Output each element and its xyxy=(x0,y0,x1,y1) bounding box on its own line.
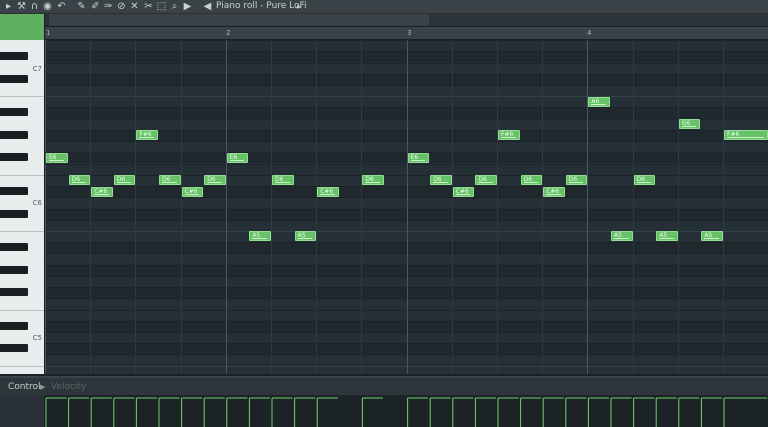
note[interactable]: E6 xyxy=(226,152,249,163)
bar-label: 1 xyxy=(46,29,51,37)
arrow-icon[interactable]: ▸ xyxy=(3,0,14,13)
note[interactable]: E6 xyxy=(46,152,68,163)
note[interactable]: A5 xyxy=(249,231,271,242)
note[interactable]: D6 xyxy=(272,175,294,186)
key-divider xyxy=(0,309,44,311)
control-header: Control ▶ Velocity xyxy=(0,376,768,396)
brush-icon[interactable]: ✐ xyxy=(90,0,101,13)
black-key[interactable] xyxy=(0,52,28,61)
bar-label: 3 xyxy=(407,29,412,37)
pencil-icon[interactable]: ✎ xyxy=(76,0,87,13)
note[interactable]: D6 xyxy=(565,175,588,186)
black-key[interactable] xyxy=(0,288,28,297)
black-key[interactable] xyxy=(0,265,28,274)
black-key[interactable] xyxy=(0,187,28,195)
black-key[interactable] xyxy=(0,344,28,353)
note[interactable]: D6 xyxy=(362,175,384,186)
control-label: Control xyxy=(8,382,41,392)
beat-line xyxy=(180,40,182,374)
note[interactable]: G6 xyxy=(678,119,701,130)
key-divider xyxy=(0,365,44,367)
timeline-ruler[interactable]: 1 2 3 4 xyxy=(45,27,768,39)
note[interactable]: C#6 xyxy=(317,186,339,197)
beat-line xyxy=(361,40,363,374)
beat-line xyxy=(90,40,92,374)
piano-keyboard[interactable]: C7 C6 C5 xyxy=(0,40,44,374)
piano-roll-toolbar: ▸ ⚒ ∩ ◉ ↶ ✎ ✐ ✑ ⊘ ✕ ✂ ⬚ ⌕ ▶ ◀ Piano roll… xyxy=(0,0,768,14)
control-sidebar xyxy=(0,395,44,427)
note[interactable]: D6 xyxy=(430,175,452,186)
key-divider xyxy=(0,230,44,232)
bar-line xyxy=(406,40,408,374)
chevron-right-icon[interactable]: ▶ xyxy=(40,378,45,396)
key-divider xyxy=(0,174,44,176)
magnet-icon[interactable]: ∩ xyxy=(29,0,40,13)
note[interactable]: C#6 xyxy=(91,186,113,197)
note[interactable]: A5 xyxy=(611,231,633,242)
note[interactable]: D6 xyxy=(159,175,181,186)
wrench-icon[interactable]: ⚒ xyxy=(16,0,27,13)
eraser-icon[interactable]: ⊘ xyxy=(116,0,127,13)
velocity-lane[interactable] xyxy=(45,395,768,427)
beat-line xyxy=(135,40,137,374)
beat-line xyxy=(723,40,724,374)
note[interactable]: E6 xyxy=(407,152,430,163)
black-key[interactable] xyxy=(0,209,28,218)
trim-icon[interactable]: ✂ xyxy=(143,0,154,13)
bar-label: 2 xyxy=(226,29,231,37)
undo-icon[interactable]: ↶ xyxy=(56,0,67,13)
note[interactable]: D6 xyxy=(204,175,226,186)
black-key[interactable] xyxy=(0,243,28,252)
tool-corner[interactable] xyxy=(0,14,44,40)
play-icon[interactable]: ▶ xyxy=(182,0,193,13)
note[interactable]: C#6 xyxy=(543,186,565,197)
black-key[interactable] xyxy=(0,321,28,330)
black-key[interactable] xyxy=(0,130,28,139)
beat-line xyxy=(451,40,453,374)
bar-line xyxy=(587,40,589,374)
note[interactable]: F#6 xyxy=(136,130,158,141)
bar-line xyxy=(225,40,227,374)
octave-label: C5 xyxy=(32,334,42,342)
note[interactable]: D6 xyxy=(520,175,543,186)
beat-line xyxy=(677,40,679,374)
note[interactable]: C#6 xyxy=(181,186,204,197)
beat-line xyxy=(497,40,498,374)
note[interactable]: F#6 xyxy=(724,130,768,141)
beat-line xyxy=(271,40,272,374)
note-grid[interactable]: E6 D6 C#6 D6 F#6 D6 C#6 D6 E6 A5 D6 A5 C#6 D6 E6 D6 C#6 D… xyxy=(45,40,768,374)
note[interactable]: D6 xyxy=(68,175,91,186)
note[interactable]: A5 xyxy=(701,231,723,242)
beat-line xyxy=(542,40,544,374)
black-key[interactable] xyxy=(0,153,28,162)
zoom-icon[interactable]: ⌕ xyxy=(169,0,180,13)
note[interactable]: F#6 xyxy=(498,130,520,141)
velocity-selector[interactable]: Velocity xyxy=(51,378,86,396)
bar-label: 4 xyxy=(587,29,592,37)
mute-icon[interactable]: ✕ xyxy=(129,0,140,13)
key-divider xyxy=(0,96,44,98)
note[interactable]: D6 xyxy=(113,175,136,186)
speaker-icon[interactable]: ◀ xyxy=(202,0,213,13)
overview-scrollbar[interactable] xyxy=(49,14,429,26)
note[interactable]: D6 xyxy=(633,175,656,186)
note[interactable]: A5 xyxy=(294,231,317,242)
select-icon[interactable]: ⬚ xyxy=(156,0,167,13)
window-title: Piano roll - Pure LoFi xyxy=(216,1,307,11)
bar-line xyxy=(45,40,46,374)
paint-icon[interactable]: ✑ xyxy=(103,0,114,13)
beat-line xyxy=(316,40,318,374)
note[interactable]: A6 xyxy=(588,96,610,107)
note[interactable]: D6 xyxy=(475,175,497,186)
snap-icon[interactable]: ◉ xyxy=(42,0,53,13)
octave-label: C7 xyxy=(32,64,42,73)
black-key[interactable] xyxy=(0,108,28,117)
pattern-overview[interactable] xyxy=(45,14,768,26)
note[interactable]: A5 xyxy=(656,231,678,242)
note[interactable]: C#6 xyxy=(452,186,475,197)
octave-label: C6 xyxy=(32,199,42,208)
beat-line xyxy=(632,40,634,374)
title-arrow-icon[interactable]: ▸ xyxy=(297,0,301,13)
black-key[interactable] xyxy=(0,74,28,83)
